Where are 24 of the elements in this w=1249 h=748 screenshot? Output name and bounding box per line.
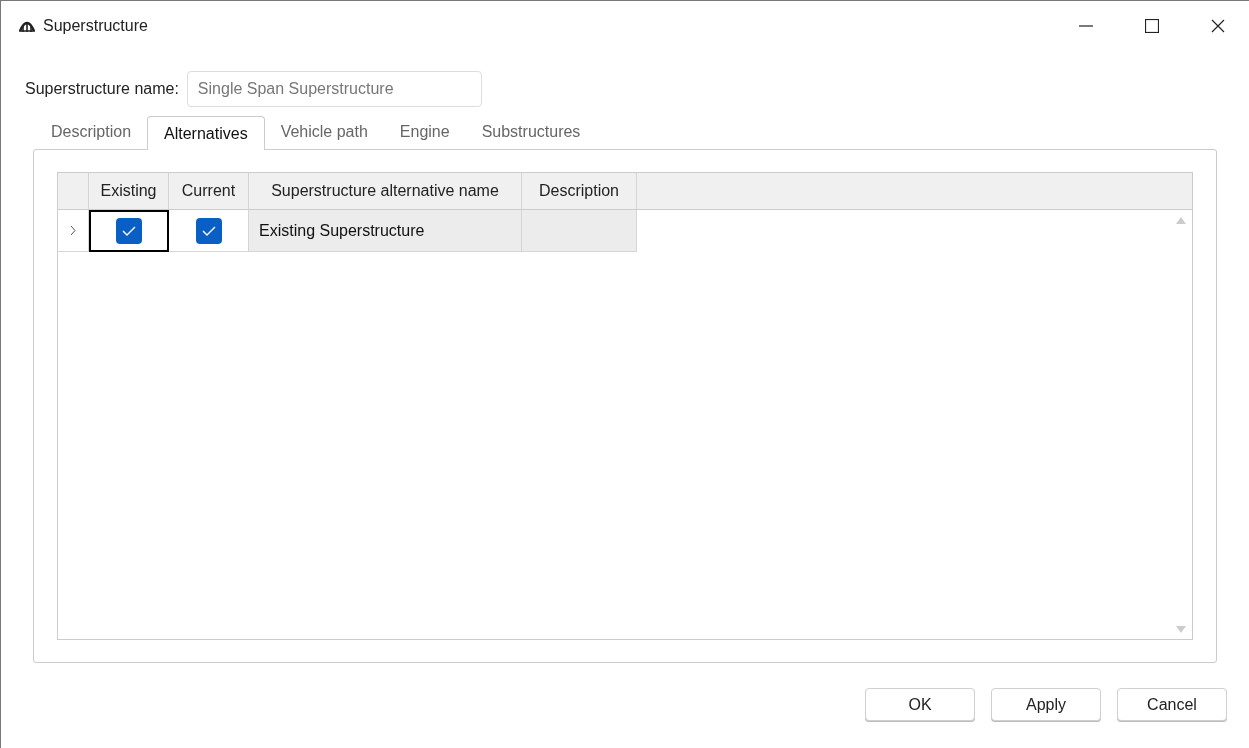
column-header[interactable]: Description [522, 173, 637, 209]
column-header[interactable]: Existing [89, 173, 169, 209]
window-title: Superstructure [43, 16, 148, 36]
chevron-right-icon[interactable] [70, 225, 76, 236]
bridge-icon [19, 19, 35, 33]
tab[interactable]: Substructures [465, 115, 597, 149]
dialog-button[interactable]: Apply [991, 688, 1101, 721]
checkmark-icon [201, 225, 216, 236]
checkbox[interactable] [116, 218, 142, 244]
tab[interactable]: Vehicle path [264, 115, 384, 149]
dialog-button[interactable]: Cancel [1117, 688, 1227, 721]
table-cell[interactable]: Existing Superstructure [249, 210, 522, 252]
tab[interactable]: Description [35, 115, 148, 149]
close-icon[interactable] [1211, 19, 1225, 33]
checkbox[interactable] [195, 217, 222, 244]
tab[interactable]: Alternatives [147, 116, 265, 150]
dialog-button[interactable]: OK [865, 688, 975, 721]
field-label: Superstructure name: [25, 79, 179, 99]
column-header[interactable]: Current [169, 173, 249, 209]
tab[interactable]: Engine [383, 115, 466, 149]
checkmark-icon [122, 226, 136, 236]
table-cell[interactable] [89, 210, 169, 252]
maximize-icon[interactable] [1145, 19, 1159, 33]
column-header[interactable]: Superstructure alternative name [249, 173, 522, 209]
